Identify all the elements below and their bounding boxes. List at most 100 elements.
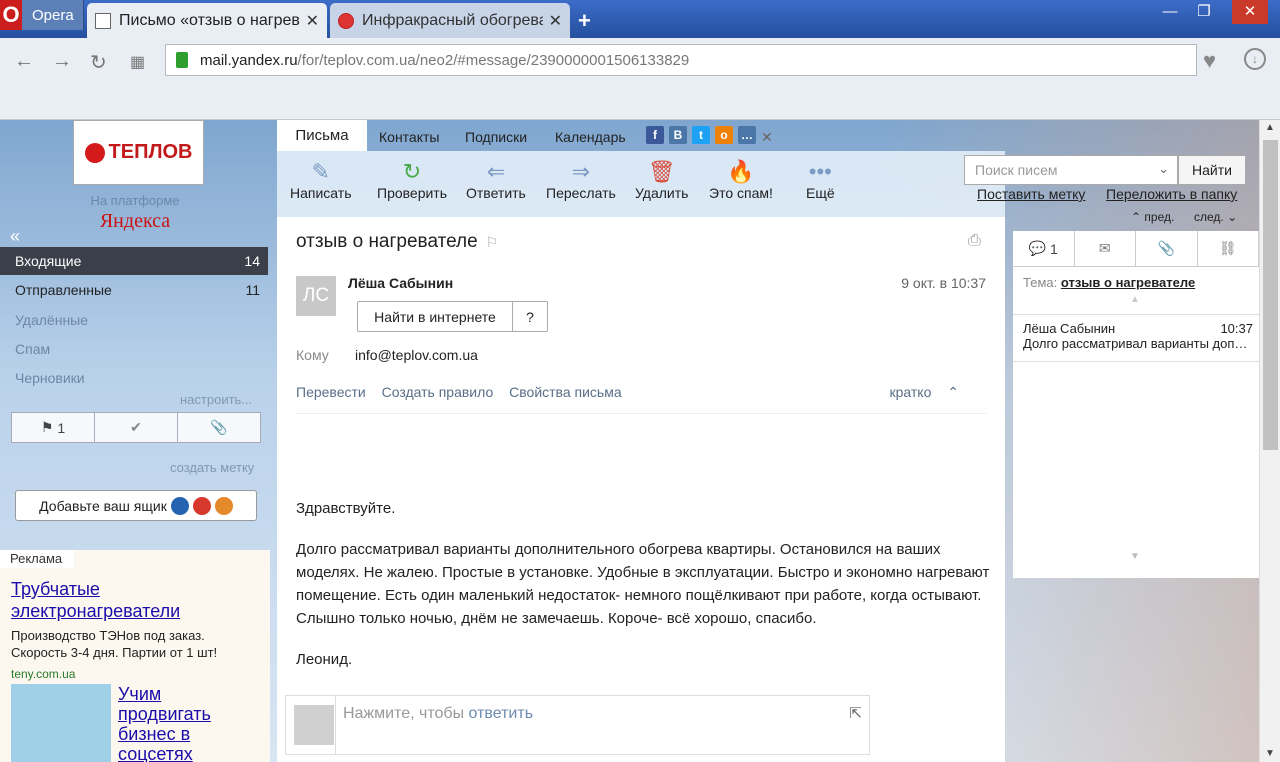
- download-icon[interactable]: ↓: [1244, 48, 1266, 70]
- scrollbar-thumb[interactable]: [1263, 140, 1278, 450]
- create-label-link[interactable]: создать метку: [170, 460, 254, 475]
- prev-message-link[interactable]: ⌃ пред.: [1131, 210, 1174, 224]
- find-on-web-button[interactable]: Найти в интернете: [357, 301, 513, 332]
- to-address[interactable]: info@teplov.com.ua: [355, 347, 478, 363]
- odnoklassniki-icon[interactable]: о: [715, 126, 733, 144]
- close-tab-icon[interactable]: ✕: [306, 11, 319, 31]
- search-button[interactable]: Найти: [1178, 155, 1246, 185]
- reply-prompt[interactable]: Нажмите, чтобы ответить: [343, 705, 533, 723]
- message-properties-link[interactable]: Свойства письма: [509, 384, 621, 400]
- topic-text[interactable]: отзыв о нагревателе: [1061, 275, 1195, 290]
- search-placeholder: Поиск писем: [975, 162, 1058, 178]
- move-to-folder-link[interactable]: Переложить в папку: [1106, 186, 1237, 202]
- tab-contacts[interactable]: Контакты: [379, 129, 439, 145]
- forward-button[interactable]: ⇒ Переслать: [546, 159, 616, 201]
- folder-drafts[interactable]: Черновики: [0, 364, 268, 392]
- flag-icon[interactable]: ⚐: [486, 234, 499, 250]
- logo-text: ТЕПЛОВ: [108, 141, 193, 163]
- close-window-icon[interactable]: ✕: [1232, 0, 1268, 24]
- expand-reply-icon[interactable]: ⇱: [849, 704, 862, 722]
- reply-link[interactable]: ответить: [469, 705, 534, 722]
- company-logo[interactable]: ТЕПЛОВ: [73, 120, 204, 185]
- tab-letters[interactable]: ✉: [1075, 231, 1136, 266]
- delete-button[interactable]: 🗑 Удалить: [635, 159, 688, 201]
- search-input[interactable]: Поиск писем ⌄: [964, 155, 1178, 185]
- folder-inbox[interactable]: Входящие 14: [0, 247, 268, 275]
- opera-logo-icon: O: [0, 0, 22, 30]
- print-icon[interactable]: ⎙: [968, 232, 981, 250]
- reply-button[interactable]: ⇐ Ответить: [466, 159, 526, 201]
- filter-attachments[interactable]: 📎: [178, 413, 260, 442]
- ad-1-title[interactable]: Трубчатые электронагреватели: [11, 579, 180, 621]
- forward-arrow-icon[interactable]: →: [52, 50, 72, 73]
- filter-read[interactable]: ✔: [95, 413, 178, 442]
- write-button[interactable]: ✎ Написать: [290, 159, 351, 201]
- folder-deleted[interactable]: Удалённые: [0, 306, 268, 334]
- folder-sent[interactable]: Отправленные 11: [0, 276, 268, 304]
- set-label-link[interactable]: Поставить метку: [977, 186, 1085, 202]
- maximize-window-icon[interactable]: ❐: [1194, 0, 1214, 24]
- opera-menu-button[interactable]: O Opera: [0, 0, 84, 30]
- folder-label: Входящие: [15, 253, 82, 269]
- heart-bookmark-icon[interactable]: ♥: [1203, 48, 1216, 74]
- tab-subscriptions[interactable]: Подписки: [465, 129, 527, 145]
- page-scrollbar[interactable]: ▲ ▼: [1259, 120, 1280, 762]
- more-social-icon[interactable]: …: [738, 126, 756, 144]
- yandex-logo[interactable]: Яндекса: [80, 210, 190, 233]
- quick-reply-box[interactable]: Нажмите, чтобы ответить ⇱: [285, 695, 870, 755]
- link-icon: ⛓: [1218, 240, 1237, 256]
- chevron-down-icon: ⌄: [1227, 210, 1238, 224]
- ad-2-title[interactable]: Учим продвигать бизнес в соцсетях: [118, 684, 258, 762]
- thread-item[interactable]: Лёша Сабынин 10:37 Долго рассматривал вар…: [1023, 321, 1253, 351]
- ad-1-domain[interactable]: teny.com.ua: [11, 664, 261, 685]
- spam-button[interactable]: 🔥 Это спам!: [709, 159, 773, 201]
- translate-link[interactable]: Перевести: [296, 384, 366, 400]
- message-body: Здравствуйте. Долго рассматривал вариант…: [296, 497, 991, 689]
- folder-label: Черновики: [15, 370, 85, 386]
- tab-heater[interactable]: Инфракрасный обогрева ✕: [330, 3, 570, 38]
- next-message-link[interactable]: след. ⌄: [1194, 210, 1237, 224]
- scroll-up-arrow-icon[interactable]: ▲: [1265, 122, 1275, 133]
- gmail-icon: [192, 496, 211, 515]
- check-button[interactable]: ↻ Проверить: [377, 159, 447, 201]
- close-social-icon[interactable]: ✕: [761, 129, 773, 146]
- minimize-window-icon[interactable]: —: [1160, 0, 1180, 24]
- reload-icon[interactable]: ↻: [90, 50, 107, 75]
- thread-count: 1: [1050, 240, 1058, 257]
- vk-icon[interactable]: В: [669, 126, 687, 144]
- collapse-sidebar-icon[interactable]: «: [10, 226, 20, 247]
- tab-links[interactable]: ⛓: [1198, 231, 1259, 266]
- facebook-icon[interactable]: f: [646, 126, 664, 144]
- fire-icon: 🔥: [727, 159, 755, 184]
- chevron-down-icon[interactable]: ⌄: [1158, 161, 1169, 177]
- chat-bubble-icon: 💬: [1028, 240, 1047, 256]
- sender-name[interactable]: Лёша Сабынин: [348, 275, 453, 291]
- speed-dial-grid-icon[interactable]: ▦: [130, 52, 145, 72]
- short-label: кратко: [889, 384, 932, 400]
- help-button[interactable]: ?: [512, 301, 548, 332]
- add-mailbox-button[interactable]: Добавьте ваш ящик: [15, 490, 257, 521]
- setup-folders-link[interactable]: настроить...: [180, 392, 252, 407]
- twitter-icon[interactable]: t: [692, 126, 710, 144]
- scroll-down-arrow-icon[interactable]: ▼: [1265, 748, 1275, 759]
- folder-spam[interactable]: Спам: [0, 335, 268, 363]
- create-rule-link[interactable]: Создать правило: [382, 384, 494, 400]
- back-arrow-icon[interactable]: ←: [14, 50, 34, 73]
- trash-icon: 🗑: [647, 159, 676, 184]
- scroll-up-icon[interactable]: ▲: [1130, 294, 1140, 305]
- tab-letters[interactable]: Письма: [277, 120, 367, 151]
- url-path: /for/teplov.com.ua/neo2/#message/2390000…: [297, 51, 690, 69]
- tab-calendar[interactable]: Календарь: [555, 129, 626, 145]
- collapse-headers-link[interactable]: кратко ⌃: [890, 384, 972, 401]
- ad-1-text: Производство ТЭНов под заказ. Скорость 3…: [11, 628, 218, 660]
- address-bar[interactable]: mail.yandex.ru/for/teplov.com.ua/neo2/#m…: [165, 44, 1197, 76]
- new-tab-button[interactable]: +: [578, 8, 591, 34]
- tab-mail[interactable]: Письмо «отзыв о нагрева ✕: [87, 3, 327, 38]
- filter-flagged[interactable]: ⚑ 1: [12, 413, 95, 442]
- scroll-down-icon[interactable]: ▼: [1130, 551, 1140, 562]
- tab-conversation[interactable]: 💬 1: [1013, 231, 1075, 266]
- more-button[interactable]: ••• Ещё: [806, 159, 835, 201]
- tab-attachments[interactable]: 📎: [1136, 231, 1198, 266]
- ad-2-image[interactable]: [11, 684, 111, 762]
- close-tab-icon[interactable]: ✕: [549, 11, 562, 31]
